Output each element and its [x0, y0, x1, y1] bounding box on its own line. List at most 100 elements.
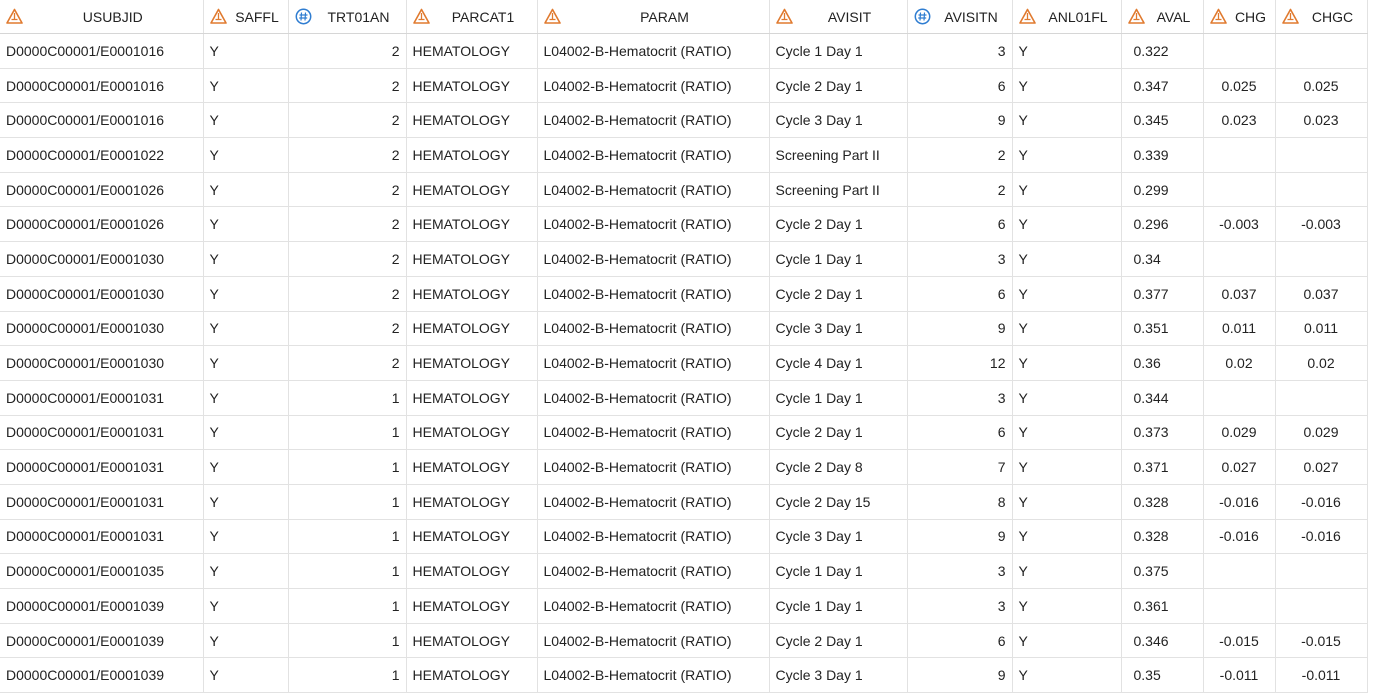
cell-trt01an[interactable]: 1: [288, 657, 407, 693]
cell-avisitn[interactable]: 6: [907, 68, 1013, 104]
cell-aval[interactable]: 0.328: [1121, 519, 1204, 555]
cell-chgc[interactable]: 0.023: [1275, 102, 1368, 139]
cell-anl01fl[interactable]: Y: [1012, 311, 1122, 347]
cell-usubjid[interactable]: D0000C00001/E0001030: [0, 276, 204, 312]
cell-trt01an[interactable]: 2: [288, 137, 407, 173]
cell-trt01an[interactable]: 2: [288, 241, 407, 277]
cell-parcat1[interactable]: HEMATOLOGY: [406, 345, 538, 381]
cell-anl01fl[interactable]: Y: [1012, 657, 1122, 693]
table-row[interactable]: D0000C00001/E0001030 Y 2 HEMATOLOGY L04002-B…: [0, 241, 1368, 277]
cell-trt01an[interactable]: 1: [288, 588, 407, 624]
cell-avisit[interactable]: Cycle 2 Day 1: [769, 206, 908, 243]
cell-param[interactable]: L04002-B-Hematocrit (RATIO): [537, 415, 770, 451]
cell-param[interactable]: L04002-B-Hematocrit (RATIO): [537, 484, 770, 520]
cell-anl01fl[interactable]: Y: [1012, 484, 1122, 520]
cell-parcat1[interactable]: HEMATOLOGY: [406, 137, 538, 173]
cell-param[interactable]: L04002-B-Hematocrit (RATIO): [537, 137, 770, 173]
column-header-aval[interactable]: AVAL: [1121, 0, 1204, 34]
cell-trt01an[interactable]: 2: [288, 311, 407, 347]
table-row[interactable]: D0000C00001/E0001035 Y 1 HEMATOLOGY L04002-B…: [0, 553, 1368, 589]
cell-chg[interactable]: [1203, 380, 1276, 416]
cell-usubjid[interactable]: D0000C00001/E0001030: [0, 241, 204, 277]
cell-parcat1[interactable]: HEMATOLOGY: [406, 657, 538, 693]
cell-chg[interactable]: 0.011: [1203, 311, 1276, 347]
cell-trt01an[interactable]: 2: [288, 68, 407, 104]
cell-anl01fl[interactable]: Y: [1012, 172, 1122, 208]
cell-avisit[interactable]: Cycle 3 Day 1: [769, 311, 908, 347]
cell-chg[interactable]: 0.025: [1203, 68, 1276, 104]
cell-chg[interactable]: [1203, 553, 1276, 589]
cell-chgc[interactable]: 0.011: [1275, 311, 1368, 347]
cell-trt01an[interactable]: 2: [288, 172, 407, 208]
cell-parcat1[interactable]: HEMATOLOGY: [406, 33, 538, 69]
cell-aval[interactable]: 0.377: [1121, 276, 1204, 312]
table-row[interactable]: D0000C00001/E0001039 Y 1 HEMATOLOGY L04002-B…: [0, 623, 1368, 659]
cell-chgc[interactable]: 0.029: [1275, 415, 1368, 451]
cell-aval[interactable]: 0.296: [1121, 206, 1204, 243]
cell-chg[interactable]: -0.015: [1203, 623, 1276, 659]
cell-anl01fl[interactable]: Y: [1012, 519, 1122, 555]
cell-avisitn[interactable]: 6: [907, 623, 1013, 659]
cell-avisitn[interactable]: 2: [907, 137, 1013, 173]
cell-chgc[interactable]: [1275, 137, 1368, 173]
cell-aval[interactable]: 0.373: [1121, 415, 1204, 451]
cell-saffl[interactable]: Y: [203, 206, 289, 243]
cell-aval[interactable]: 0.344: [1121, 380, 1204, 416]
cell-trt01an[interactable]: 1: [288, 380, 407, 416]
cell-param[interactable]: L04002-B-Hematocrit (RATIO): [537, 623, 770, 659]
cell-saffl[interactable]: Y: [203, 241, 289, 277]
cell-aval[interactable]: 0.347: [1121, 68, 1204, 104]
cell-usubjid[interactable]: D0000C00001/E0001026: [0, 206, 204, 243]
cell-parcat1[interactable]: HEMATOLOGY: [406, 380, 538, 416]
cell-chg[interactable]: [1203, 241, 1276, 277]
table-row[interactable]: D0000C00001/E0001031 Y 1 HEMATOLOGY L04002-B…: [0, 415, 1368, 451]
cell-param[interactable]: L04002-B-Hematocrit (RATIO): [537, 206, 770, 243]
cell-avisitn[interactable]: 3: [907, 553, 1013, 589]
column-header-chgc[interactable]: CHGC: [1275, 0, 1368, 34]
cell-avisit[interactable]: Cycle 2 Day 1: [769, 623, 908, 659]
cell-anl01fl[interactable]: Y: [1012, 449, 1122, 485]
cell-avisitn[interactable]: 8: [907, 484, 1013, 520]
cell-chgc[interactable]: -0.015: [1275, 623, 1368, 659]
cell-parcat1[interactable]: HEMATOLOGY: [406, 68, 538, 104]
cell-chgc[interactable]: [1275, 172, 1368, 208]
cell-param[interactable]: L04002-B-Hematocrit (RATIO): [537, 68, 770, 104]
table-row[interactable]: D0000C00001/E0001016 Y 2 HEMATOLOGY L04002-B…: [0, 33, 1368, 69]
column-header-avisit[interactable]: AVISIT: [769, 0, 908, 34]
cell-saffl[interactable]: Y: [203, 33, 289, 69]
cell-trt01an[interactable]: 2: [288, 345, 407, 381]
cell-anl01fl[interactable]: Y: [1012, 137, 1122, 173]
cell-usubjid[interactable]: D0000C00001/E0001031: [0, 415, 204, 451]
cell-parcat1[interactable]: HEMATOLOGY: [406, 102, 538, 139]
cell-parcat1[interactable]: HEMATOLOGY: [406, 241, 538, 277]
cell-anl01fl[interactable]: Y: [1012, 206, 1122, 243]
table-row[interactable]: D0000C00001/E0001031 Y 1 HEMATOLOGY L04002-B…: [0, 380, 1368, 416]
cell-usubjid[interactable]: D0000C00001/E0001031: [0, 449, 204, 485]
cell-avisitn[interactable]: 6: [907, 276, 1013, 312]
cell-avisitn[interactable]: 2: [907, 172, 1013, 208]
cell-param[interactable]: L04002-B-Hematocrit (RATIO): [537, 380, 770, 416]
cell-anl01fl[interactable]: Y: [1012, 102, 1122, 139]
cell-usubjid[interactable]: D0000C00001/E0001031: [0, 380, 204, 416]
cell-anl01fl[interactable]: Y: [1012, 588, 1122, 624]
cell-avisit[interactable]: Screening Part II: [769, 137, 908, 173]
cell-avisit[interactable]: Cycle 2 Day 8: [769, 449, 908, 485]
cell-avisitn[interactable]: 12: [907, 345, 1013, 381]
cell-trt01an[interactable]: 2: [288, 33, 407, 69]
cell-avisitn[interactable]: 3: [907, 241, 1013, 277]
cell-param[interactable]: L04002-B-Hematocrit (RATIO): [537, 276, 770, 312]
cell-aval[interactable]: 0.339: [1121, 137, 1204, 173]
cell-chg[interactable]: 0.02: [1203, 345, 1276, 381]
cell-avisitn[interactable]: 6: [907, 415, 1013, 451]
cell-saffl[interactable]: Y: [203, 276, 289, 312]
cell-avisitn[interactable]: 3: [907, 588, 1013, 624]
cell-saffl[interactable]: Y: [203, 311, 289, 347]
cell-parcat1[interactable]: HEMATOLOGY: [406, 449, 538, 485]
cell-trt01an[interactable]: 2: [288, 102, 407, 139]
cell-parcat1[interactable]: HEMATOLOGY: [406, 206, 538, 243]
cell-param[interactable]: L04002-B-Hematocrit (RATIO): [537, 519, 770, 555]
cell-chgc[interactable]: [1275, 553, 1368, 589]
cell-trt01an[interactable]: 2: [288, 206, 407, 243]
cell-usubjid[interactable]: D0000C00001/E0001026: [0, 172, 204, 208]
cell-avisitn[interactable]: 7: [907, 449, 1013, 485]
